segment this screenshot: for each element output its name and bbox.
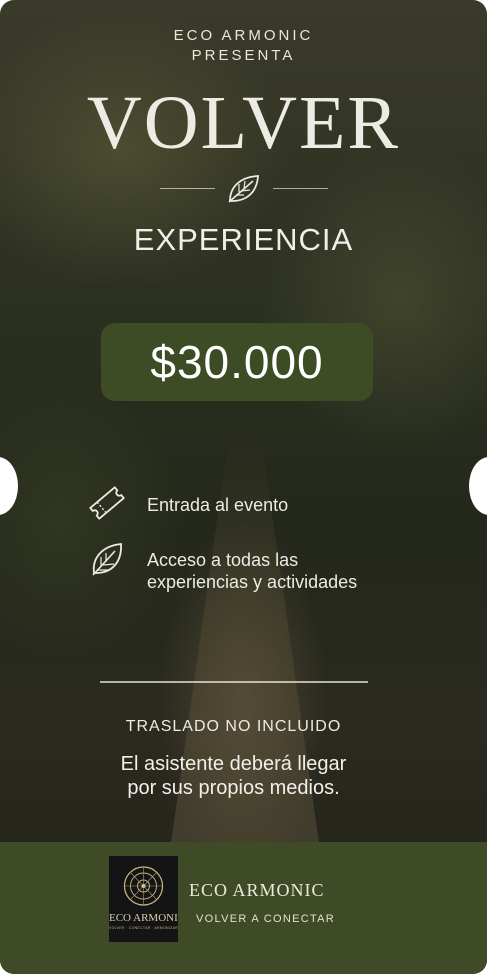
presenter-name: ECO ARMONIC: [173, 27, 314, 44]
leaf-icon: [92, 543, 122, 576]
ticket-footer: [0, 842, 487, 974]
brand-logo: ECO ARMONIC VOLVER · CONECTAR · ARMONIZA…: [109, 856, 178, 942]
title-divider-right: [273, 188, 328, 189]
presenter-heading: ECO ARMONIC PRESENTA: [0, 26, 487, 66]
footer-brand-name: ECO ARMONIC: [189, 880, 325, 900]
ticket-notch-right: [469, 457, 487, 515]
feature-access-label: Acceso a todas las experiencias y activi…: [147, 549, 357, 593]
event-title: VOLVER: [86, 81, 401, 165]
event-ticket: ECO ARMONIC PRESENTA VOLVER EXPERIENCIA …: [0, 0, 487, 974]
mandala-emblem-icon: [123, 866, 164, 906]
feature-access-line-1: Acceso a todas las: [147, 550, 299, 570]
footer-tagline: VOLVER A CONECTAR: [196, 913, 336, 925]
ticket-notch-left: [0, 457, 18, 515]
logo-wordmark: ECO ARMONIC: [109, 912, 178, 924]
feature-entry-label: Entrada al evento: [147, 495, 289, 515]
transport-heading: TRASLADO NO INCLUIDO: [125, 718, 342, 735]
transport-note-line-2: por sus propios medios.: [127, 777, 340, 799]
logo-tagline: VOLVER · CONECTAR · ARMONIZAR: [109, 926, 178, 930]
feature-access: Acceso a todas las experiencias y activi…: [88, 540, 357, 593]
feature-entry: Entrada al evento: [88, 484, 288, 522]
ticket-icon: [89, 486, 125, 520]
event-subtitle: EXPERIENCIA: [133, 222, 354, 257]
transport-note-line-1: El asistente deberá llegar: [120, 753, 347, 775]
feature-access-line-2: experiencias y actividades: [147, 572, 358, 592]
transport-note: El asistente deberá llegar por sus propi…: [0, 752, 467, 800]
price-value: $30.000: [150, 336, 324, 388]
price-badge: $30.000: [101, 323, 373, 401]
presents-label: PRESENTA: [191, 47, 296, 64]
title-divider-left: [160, 188, 215, 189]
section-divider: [100, 681, 368, 683]
leaf-icon: [228, 175, 259, 203]
